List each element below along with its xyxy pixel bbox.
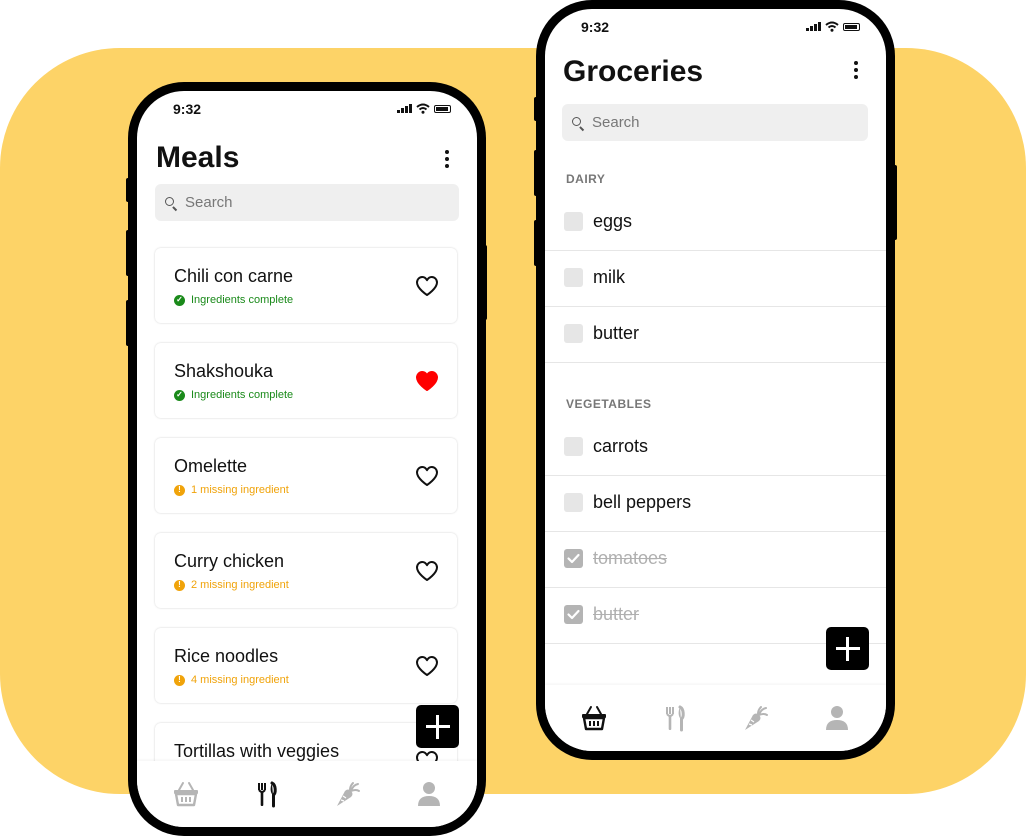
add-meal-button[interactable] — [416, 705, 459, 748]
heart-icon[interactable] — [415, 655, 439, 677]
grocery-item-label: carrots — [593, 436, 649, 456]
meal-status: ✓ Ingredients complete — [174, 389, 293, 401]
meal-status-text: Ingredients complete — [191, 294, 294, 306]
grocery-item-label: butter — [593, 604, 640, 624]
basket-icon — [174, 782, 198, 807]
grocery-item[interactable]: milk — [545, 250, 886, 307]
nav-fork-knife[interactable] — [252, 779, 282, 809]
alert-circle-icon: ! — [174, 484, 185, 496]
add-item-button[interactable] — [826, 627, 869, 670]
checkbox[interactable] — [564, 268, 583, 287]
grocery-item[interactable]: eggs — [545, 194, 886, 251]
basket-icon — [582, 706, 606, 731]
meal-status: ✓ Ingredients complete — [174, 294, 293, 306]
wifi-icon — [825, 21, 839, 32]
meal-status-text: 2 missing ingredient — [191, 579, 289, 591]
meal-name: Omelette — [174, 456, 248, 476]
user-icon — [826, 706, 848, 730]
grocery-item-label: bell peppers — [593, 492, 692, 512]
battery-icon — [843, 22, 860, 31]
search-placeholder: Search — [592, 114, 640, 131]
check-circle-icon: ✓ — [174, 294, 185, 306]
check-icon — [567, 553, 580, 564]
meal-name: Chili con carne — [174, 266, 294, 286]
status-bar: 9:32 — [137, 91, 477, 121]
checkbox[interactable] — [564, 324, 583, 343]
heart-icon[interactable] — [415, 275, 439, 297]
search-icon — [164, 196, 178, 210]
grocery-item-label: milk — [593, 267, 625, 287]
meal-name: Rice noodles — [174, 646, 279, 666]
checkbox-checked[interactable] — [564, 549, 583, 568]
checkbox-checked[interactable] — [564, 605, 583, 624]
heart-filled-icon[interactable] — [415, 370, 439, 392]
nav-carrot[interactable] — [741, 703, 771, 733]
nav-carrot[interactable] — [333, 779, 363, 809]
meal-name: Shakshouka — [174, 361, 274, 381]
groceries-screen: 9:32 Groceries Search DAIRY eggs milk butte… — [545, 9, 886, 751]
meal-status: ! 1 missing ingredient — [174, 484, 289, 496]
meal-status-text: Ingredients complete — [191, 389, 294, 401]
grocery-item[interactable]: carrots — [545, 419, 886, 476]
status-time: 9:32 — [581, 19, 610, 35]
grocery-item-label: eggs — [593, 211, 633, 231]
nav-basket[interactable] — [171, 779, 201, 809]
grocery-item-label: butter — [593, 323, 640, 343]
meal-card[interactable]: Curry chicken! 2 missing ingredient — [155, 533, 457, 608]
grocery-item[interactable]: butter — [545, 306, 886, 363]
wifi-icon — [416, 103, 430, 114]
checkbox[interactable] — [564, 212, 583, 231]
signal-icon — [397, 104, 412, 113]
checkbox[interactable] — [564, 437, 583, 456]
fork-knife-icon — [258, 781, 277, 808]
more-options-icon[interactable] — [439, 149, 455, 169]
alert-circle-icon: ! — [174, 579, 185, 591]
meal-card[interactable]: Omelette! 1 missing ingredient — [155, 438, 457, 513]
nav-user[interactable] — [414, 779, 444, 809]
check-icon — [567, 609, 580, 620]
meals-phone: 9:32 Meals Search Chili con carne ✓ Ingred… — [128, 82, 486, 836]
page-title: Groceries — [563, 55, 704, 88]
groceries-phone: 9:32 Groceries Search DAIRY eggs milk butte… — [536, 0, 895, 760]
section-header: VEGETABLES — [566, 397, 652, 411]
heart-icon[interactable] — [415, 465, 439, 487]
nav-user[interactable] — [822, 703, 852, 733]
meals-screen: 9:32 Meals Search Chili con carne ✓ Ingred… — [137, 91, 477, 827]
heart-icon[interactable] — [415, 560, 439, 582]
grocery-item[interactable]: bell peppers — [545, 475, 886, 532]
bottom-nav — [137, 761, 477, 827]
carrot-icon — [337, 782, 360, 806]
search-input[interactable]: Search — [155, 184, 459, 221]
meal-status-text: 4 missing ingredient — [191, 674, 289, 686]
meal-name: Curry chicken — [174, 551, 285, 571]
fork-knife-icon — [666, 705, 685, 732]
meal-status: ! 4 missing ingredient — [174, 674, 289, 686]
status-bar: 9:32 — [545, 9, 886, 39]
checkbox[interactable] — [564, 493, 583, 512]
section-header: DAIRY — [566, 172, 606, 186]
grocery-item[interactable]: tomatoes — [545, 531, 886, 588]
battery-icon — [434, 104, 451, 113]
meal-status-text: 1 missing ingredient — [191, 484, 289, 496]
more-options-icon[interactable] — [848, 60, 864, 80]
check-circle-icon: ✓ — [174, 389, 185, 401]
alert-circle-icon: ! — [174, 674, 185, 686]
meal-status: ! 2 missing ingredient — [174, 579, 289, 591]
bottom-nav — [545, 685, 886, 751]
status-time: 9:32 — [173, 101, 202, 117]
meal-card[interactable]: Chili con carne ✓ Ingredients complete — [155, 248, 457, 323]
search-icon — [571, 116, 585, 130]
search-placeholder: Search — [185, 194, 233, 211]
carrot-icon — [745, 706, 768, 730]
meal-name: Tortillas with veggies — [174, 741, 340, 761]
signal-icon — [806, 22, 821, 31]
nav-fork-knife[interactable] — [660, 703, 690, 733]
grocery-item-label: tomatoes — [593, 548, 668, 568]
nav-basket[interactable] — [579, 703, 609, 733]
meal-card[interactable]: Shakshouka ✓ Ingredients complete — [155, 343, 457, 418]
user-icon — [418, 782, 440, 806]
search-input[interactable]: Search — [562, 104, 868, 141]
page-title: Meals — [156, 141, 240, 174]
meal-card[interactable]: Rice noodles! 4 missing ingredient — [155, 628, 457, 703]
